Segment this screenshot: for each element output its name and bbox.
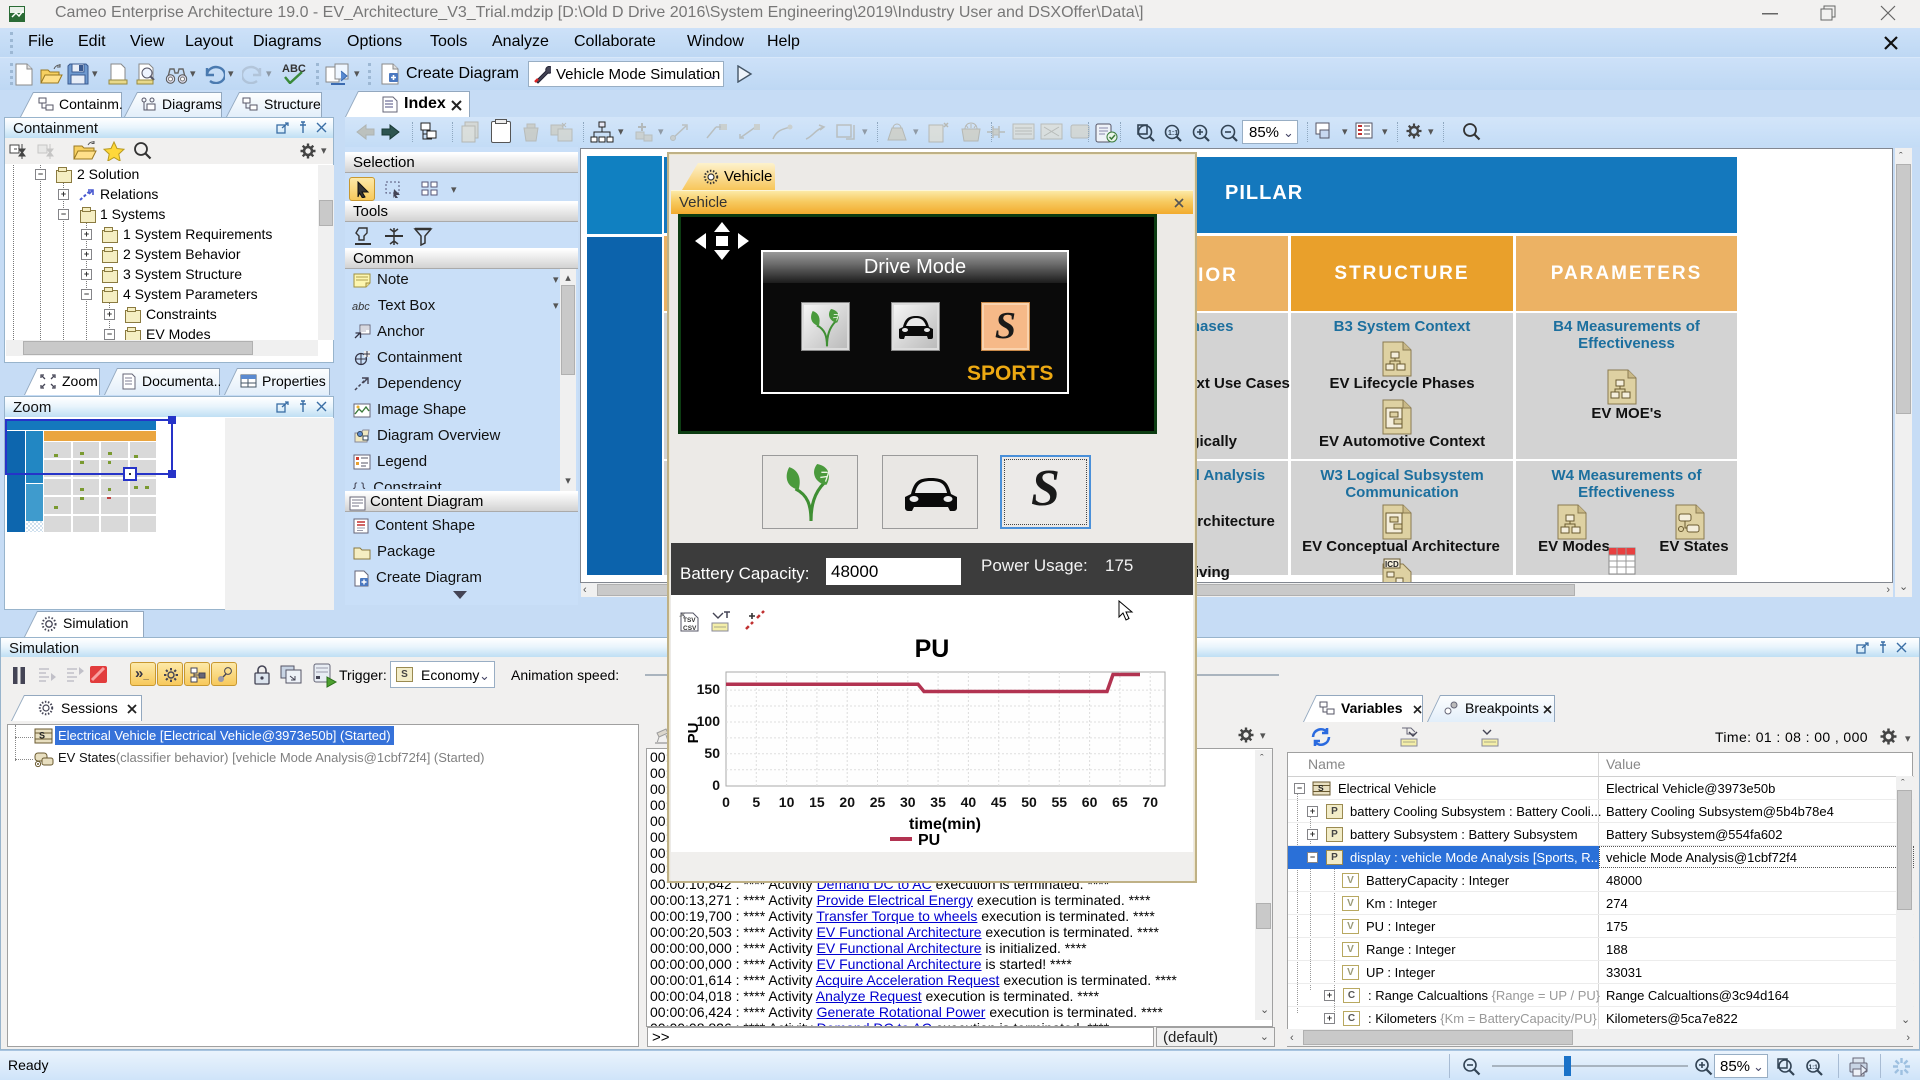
svg-text:0: 0 xyxy=(712,777,720,793)
svg-text:35: 35 xyxy=(930,794,946,810)
svg-text:40: 40 xyxy=(961,794,977,810)
svg-text:ICD: ICD xyxy=(1385,560,1399,569)
svg-text:30: 30 xyxy=(900,794,916,810)
svg-text:1:1: 1:1 xyxy=(1809,1064,1819,1071)
svg-text:TSV: TSV xyxy=(683,617,696,624)
svg-text:CSV: CSV xyxy=(683,625,697,632)
svg-text:5: 5 xyxy=(752,794,760,810)
svg-text:60: 60 xyxy=(1082,794,1098,810)
svg-text:50: 50 xyxy=(704,745,720,761)
svg-text:S: S xyxy=(39,731,45,741)
svg-text:0: 0 xyxy=(722,794,730,810)
svg-text:50: 50 xyxy=(1021,794,1037,810)
svg-text:20: 20 xyxy=(839,794,855,810)
svg-text:55: 55 xyxy=(1052,794,1068,810)
svg-text:S: S xyxy=(1318,783,1324,793)
svg-text:65: 65 xyxy=(1112,794,1128,810)
svg-text:70: 70 xyxy=(1142,794,1158,810)
svg-text:150: 150 xyxy=(697,681,721,697)
svg-text:45: 45 xyxy=(991,794,1007,810)
svg-text:10: 10 xyxy=(779,794,795,810)
svg-text:25: 25 xyxy=(870,794,886,810)
svg-text:15: 15 xyxy=(809,794,825,810)
svg-text:PU: PU xyxy=(686,723,702,744)
svg-text:PU: PU xyxy=(918,832,940,849)
svg-text:time(min): time(min) xyxy=(909,816,981,833)
svg-text:1:1: 1:1 xyxy=(1168,130,1178,137)
